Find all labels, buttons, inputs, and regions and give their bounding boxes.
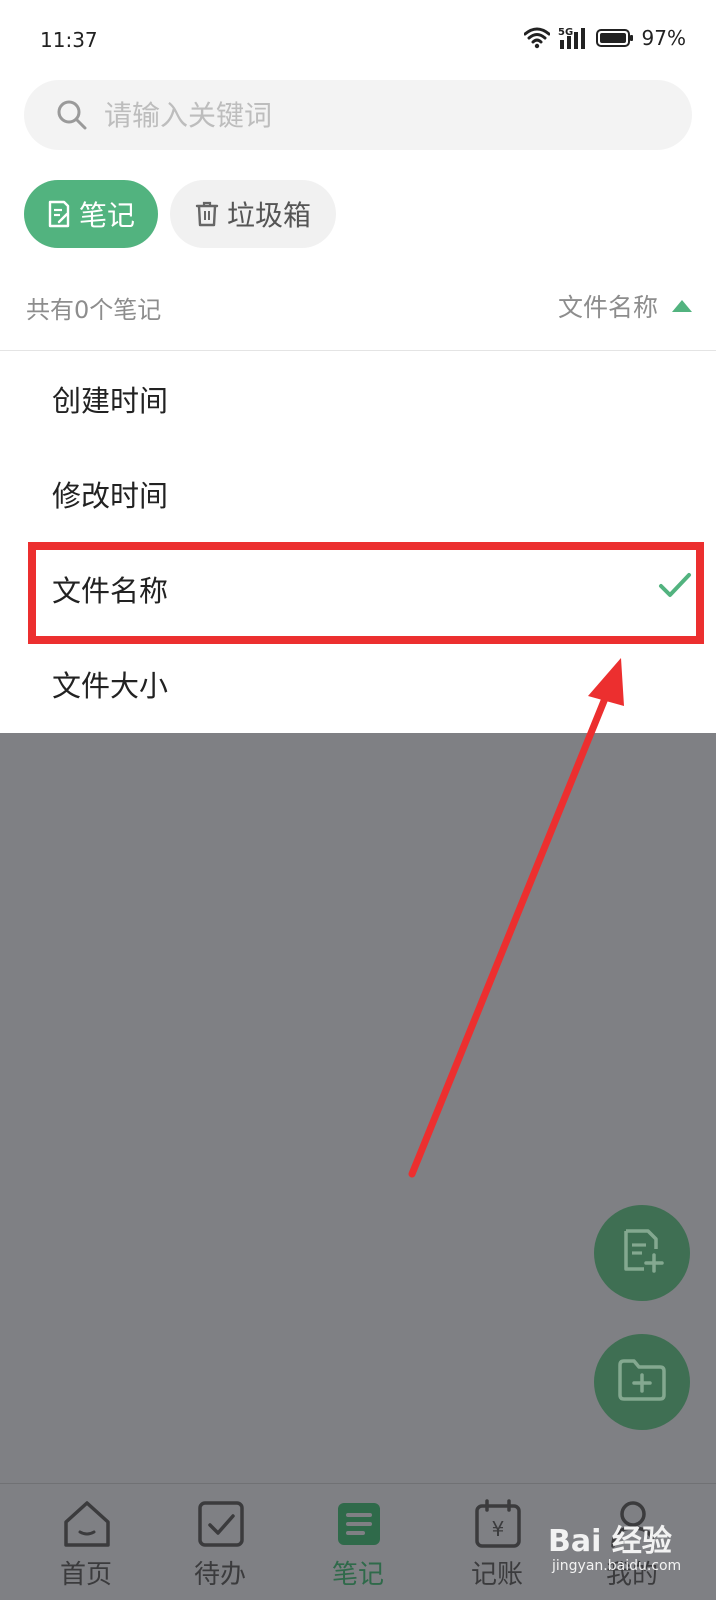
nav-label-home: 首页: [59, 1560, 112, 1590]
sort-option-created-time[interactable]: 创建时间: [0, 351, 716, 446]
checkmark-icon: [658, 571, 692, 608]
nav-item-ledger[interactable]: ¥ 记账: [427, 1484, 567, 1600]
trash-icon: [195, 201, 219, 227]
watermark-brand: Bai 经验: [548, 1524, 672, 1559]
sort-option-label: 修改时间: [52, 478, 169, 513]
watermark-logo: Bai 经验 jingyan.baidu.com: [548, 1516, 708, 1586]
sort-menu: 创建时间 修改时间 文件名称 文件大小: [0, 351, 716, 733]
battery-percentage: 97%: [641, 26, 686, 50]
note-count: 共有0个笔记: [26, 296, 162, 324]
tab-trash[interactable]: 垃圾箱: [170, 180, 336, 248]
sort-option-file-size[interactable]: 文件大小: [0, 636, 716, 731]
signal-5g-icon: 5G: [558, 26, 588, 50]
add-note-icon: [616, 1225, 668, 1281]
wifi-icon: [523, 27, 550, 49]
sort-up-arrow-icon: [672, 300, 692, 312]
sort-option-label: 文件大小: [52, 668, 169, 703]
sort-option-label: 创建时间: [52, 383, 169, 418]
note-icon: [47, 200, 71, 228]
watermark-url: jingyan.baidu.com: [552, 1558, 682, 1574]
nav-label-ledger: 记账: [470, 1560, 523, 1590]
add-folder-icon: [616, 1357, 668, 1407]
search-bar[interactable]: [24, 80, 692, 150]
tab-notes-label: 笔记: [78, 199, 135, 232]
tab-notes[interactable]: 笔记: [24, 180, 158, 248]
search-input[interactable]: [104, 98, 624, 132]
svg-text:¥: ¥: [492, 1517, 505, 1541]
dim-overlay[interactable]: [0, 733, 716, 1600]
battery-icon: [595, 28, 634, 48]
search-icon: [56, 99, 88, 131]
tab-trash-label: 垃圾箱: [226, 199, 311, 232]
add-note-button[interactable]: [594, 1205, 690, 1301]
status-time: 11:37: [40, 28, 98, 52]
nav-item-notes[interactable]: 笔记: [288, 1484, 428, 1600]
sort-toggle[interactable]: 文件名称: [558, 288, 692, 324]
nav-label-todo: 待办: [193, 1560, 246, 1590]
add-folder-button[interactable]: [594, 1334, 690, 1430]
sort-option-modified-time[interactable]: 修改时间: [0, 446, 716, 541]
sort-option-label: 文件名称: [52, 573, 169, 608]
status-bar: 11:37 5G 97%: [0, 0, 716, 80]
nav-item-todo[interactable]: 待办: [150, 1484, 290, 1600]
status-icons: 5G 97%: [523, 26, 686, 50]
list-header: 共有0个笔记 文件名称: [0, 276, 716, 336]
nav-item-home[interactable]: 首页: [16, 1484, 156, 1600]
nav-label-notes: 笔记: [331, 1560, 384, 1590]
sort-label: 文件名称: [557, 293, 658, 322]
sort-option-file-name[interactable]: 文件名称: [0, 541, 716, 636]
